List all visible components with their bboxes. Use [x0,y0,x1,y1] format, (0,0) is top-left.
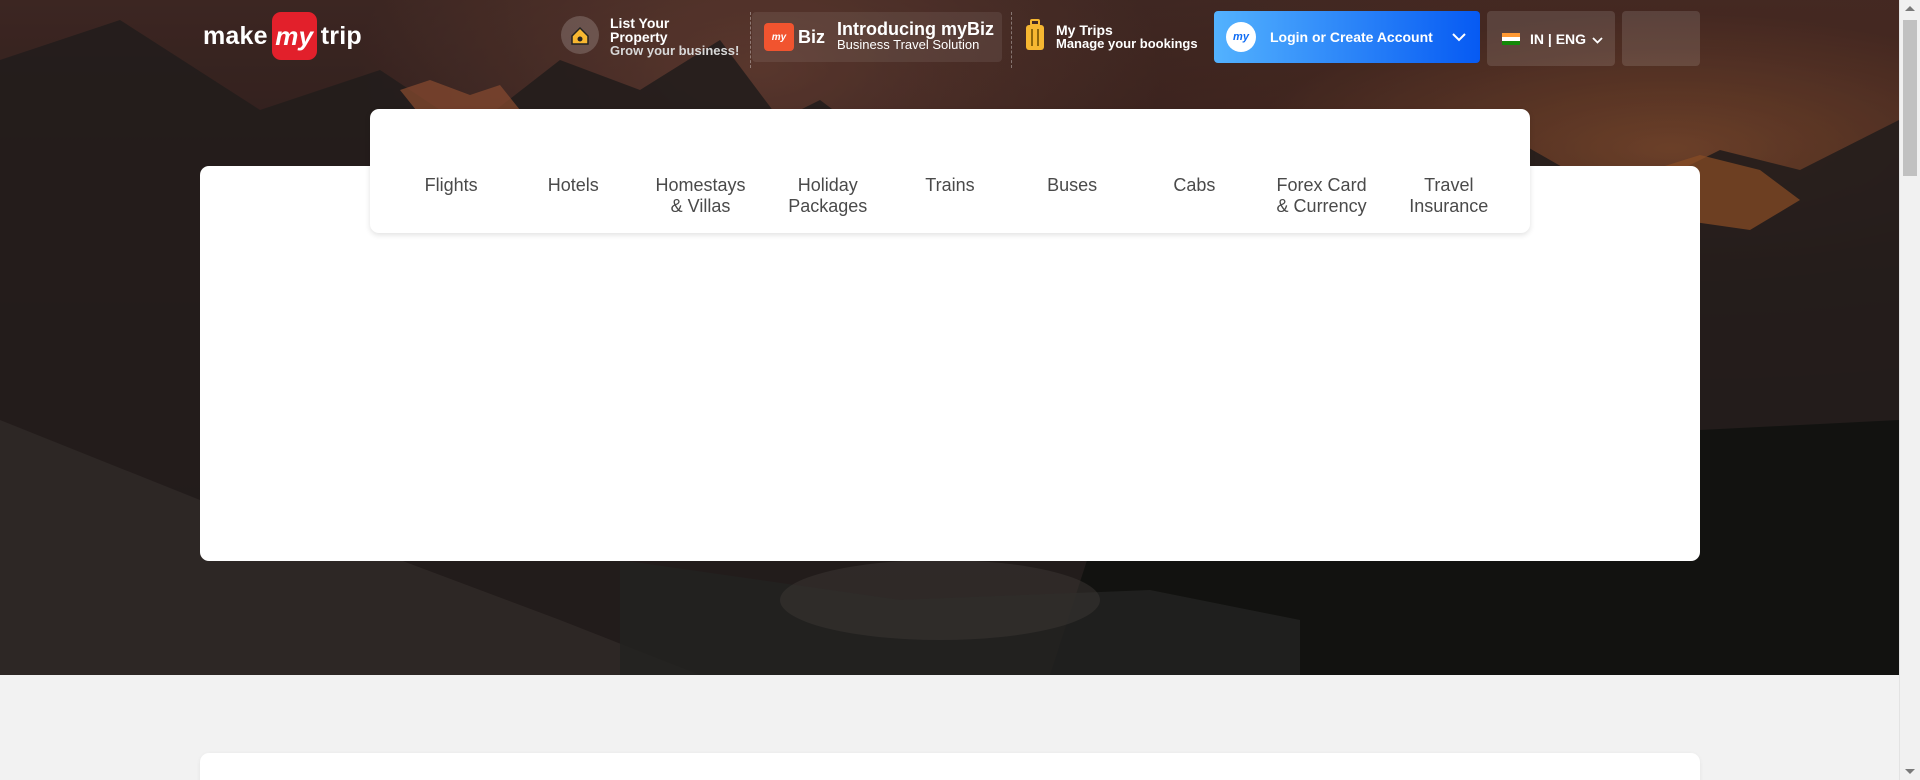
nav-label: Forex Card [1276,175,1367,195]
language-label: IN | ENG [1530,30,1587,47]
language-selector[interactable]: IN | ENG [1487,11,1615,66]
content-card [200,753,1700,780]
list-property-link[interactable]: List Your Property Grow your business! [560,12,739,62]
top-header: make my trip List Your Property Grow you… [0,0,1899,76]
mmt-avatar-icon: my [1226,22,1256,52]
makemytrip-logo[interactable]: make my trip [203,12,362,60]
header-divider [750,12,751,68]
nav-label: Packages [788,196,868,216]
logo-badge: my [271,12,317,60]
nav-label: Cabs [1173,175,1216,195]
nav-item-forex[interactable]: Forex Card & Currency [1277,175,1367,217]
briefcase-icon: my [764,23,794,51]
nav-item-flights[interactable]: Flights [411,175,491,196]
header-extra-button[interactable] [1622,11,1700,66]
nav-item-trains[interactable]: Trains [910,175,990,196]
nav-label: Hotels [547,175,599,195]
nav-label: Flights [424,175,478,195]
nav-item-hotels[interactable]: Hotels [533,175,613,196]
list-property-subtitle: Grow your business! [610,43,740,58]
mybiz-subtitle: Business Travel Solution [837,37,980,52]
chevron-down-icon [1452,29,1466,47]
suitcase-icon [1024,18,1046,57]
nav-label: Holiday [797,175,858,195]
house-icon [560,15,600,60]
header-divider [1011,12,1012,68]
nav-item-holiday-packages[interactable]: Holiday Packages [788,175,868,217]
nav-label: Trains [925,175,975,195]
nav-label: & Currency [1276,196,1367,216]
mybiz-link[interactable]: my Biz Introducing myBiz Business Travel… [752,12,1002,62]
scroll-down-arrow-icon[interactable] [1905,769,1915,774]
logo-text-trip: trip [320,21,362,50]
chevron-down-icon [1592,31,1603,47]
nav-label: Insurance [1409,196,1489,216]
login-label: Login or Create Account [1270,29,1433,45]
india-flag-icon [1502,32,1520,45]
nav-label: Homestays [655,175,746,195]
mybiz-title: Introducing myBiz [837,19,994,39]
my-trips-title: My Trips [1056,22,1113,38]
my-trips-subtitle: Manage your bookings [1056,36,1198,51]
nav-label: Travel [1424,175,1474,195]
nav-item-travel-insurance[interactable]: Travel Insurance [1409,175,1489,217]
nav-item-homestays[interactable]: Homestays & Villas [656,175,746,217]
logo-text-make: make [203,21,268,50]
my-trips-link[interactable]: My Trips Manage your bookings [1024,12,1198,62]
scroll-thumb[interactable] [1903,20,1917,176]
login-button[interactable]: my Login or Create Account [1214,11,1480,63]
scroll-up-arrow-icon[interactable] [1905,6,1915,11]
nav-label: & Villas [670,196,731,216]
mybiz-word: Biz [798,26,825,47]
nav-item-cabs[interactable]: Cabs [1154,175,1234,196]
nav-label: Buses [1047,175,1098,195]
list-property-title: List Your Property [610,15,670,45]
page-scrollbar[interactable] [1899,0,1920,780]
product-nav: Flights Hotels Homestays & Villas Holida… [370,109,1530,233]
nav-item-buses[interactable]: Buses [1032,175,1112,196]
